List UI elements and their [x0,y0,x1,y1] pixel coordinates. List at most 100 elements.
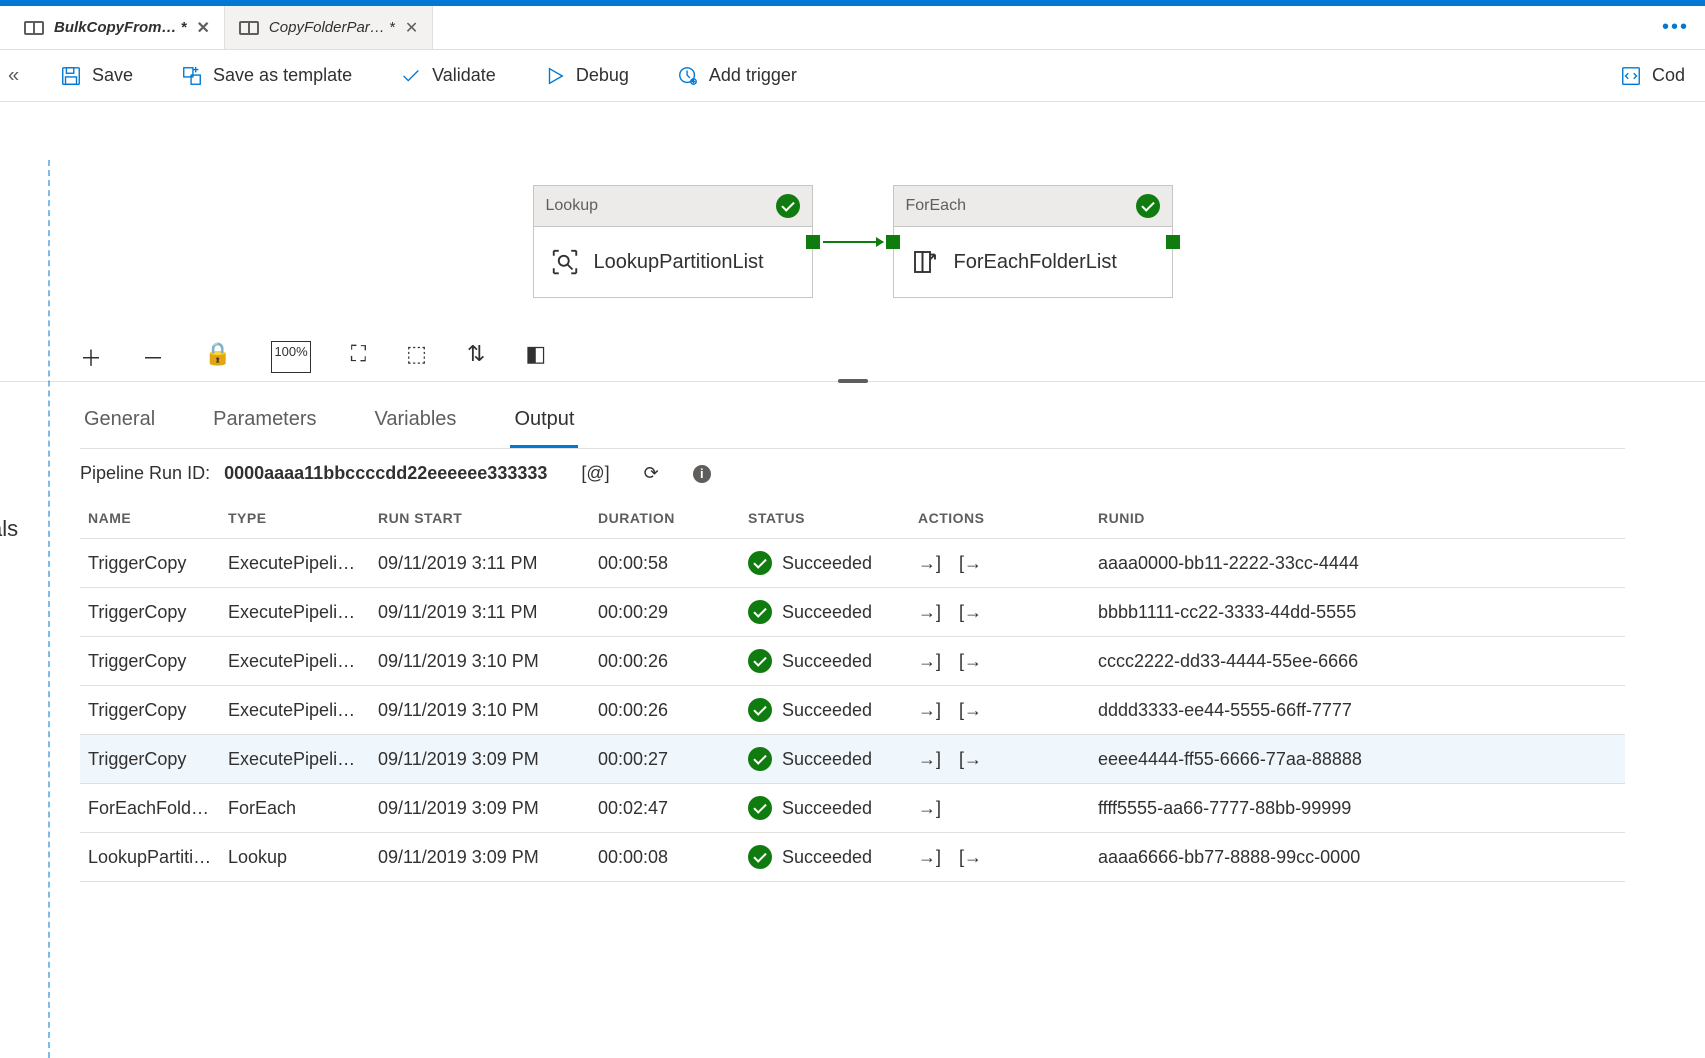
output-icon[interactable]: [→ [959,553,982,574]
input-icon[interactable]: →] [918,847,941,868]
success-icon [748,600,772,624]
connector-out[interactable] [1166,235,1180,249]
input-icon[interactable]: →] [918,553,941,574]
cell-duration: 00:00:26 [590,637,740,686]
refresh-icon[interactable]: ⟳ [644,463,659,484]
output-icon[interactable]: [→ [959,847,982,868]
col-duration[interactable]: DURATION [590,498,740,539]
cell-runid: dddd3333-ee44-5555-66ff-7777 [1090,686,1625,735]
lock-icon[interactable]: 🔒 [204,341,231,373]
expression-icon[interactable]: [@] [581,463,609,484]
pipeline-canvas[interactable]: Lookup LookupPartitionList ForEach ForEa… [0,102,1705,382]
cell-name: TriggerCopy [80,735,220,784]
success-icon [748,845,772,869]
table-row[interactable]: ForEachFolde… ForEach 09/11/2019 3:09 PM… [80,784,1625,833]
tab-general[interactable]: General [80,400,159,448]
select-icon[interactable]: ⬚ [406,341,427,373]
cell-type: ExecutePipeli… [220,539,370,588]
table-row[interactable]: TriggerCopy ExecutePipeli… 09/11/2019 3:… [80,735,1625,784]
connector-out[interactable] [806,235,820,249]
foreach-icon [910,247,940,277]
success-icon [1136,194,1160,218]
zoom-100-icon[interactable]: 100% [271,341,310,373]
cell-duration: 00:00:26 [590,686,740,735]
tab-bulkcopy[interactable]: BulkCopyFrom… * ✕ [10,6,225,49]
cell-start: 09/11/2019 3:10 PM [370,686,590,735]
autolayout-icon[interactable]: ⇅ [467,341,485,373]
output-icon[interactable]: [→ [959,651,982,672]
cell-status: Succeeded [740,588,910,637]
info-icon[interactable]: i [693,465,711,483]
run-id-row: Pipeline Run ID: 0000aaaa11bbccccdd22eee… [80,449,1625,498]
cell-actions: →] [→ [910,833,1090,882]
cell-start: 09/11/2019 3:09 PM [370,735,590,784]
cell-runid: ffff5555-aa66-7777-88bb-99999 [1090,784,1625,833]
output-icon[interactable]: [→ [959,700,982,721]
cell-status: Succeeded [740,686,910,735]
remove-icon[interactable]: － [142,341,164,373]
tab-copyfolder[interactable]: CopyFolderPar… * ✕ [225,6,433,49]
editor-tabs: BulkCopyFrom… * ✕ CopyFolderPar… * ✕ ••• [0,6,1705,50]
cell-duration: 00:00:29 [590,588,740,637]
output-icon[interactable]: [→ [959,749,982,770]
activity-name: LookupPartitionList [594,251,764,274]
debug-button[interactable]: Debug [544,65,629,87]
close-icon[interactable]: ✕ [197,18,210,38]
tab-label: CopyFolderPar… * [269,19,395,36]
cell-status: Succeeded [740,833,910,882]
collapse-sidebar-icon[interactable]: « [8,64,19,87]
minimap-icon[interactable]: ◧ [525,341,546,373]
table-row[interactable]: TriggerCopy ExecutePipeli… 09/11/2019 3:… [80,637,1625,686]
col-type[interactable]: TYPE [220,498,370,539]
table-row[interactable]: TriggerCopy ExecutePipeli… 09/11/2019 3:… [80,588,1625,637]
cell-actions: →] [→ [910,686,1090,735]
cell-type: Lookup [220,833,370,882]
add-trigger-button[interactable]: Add trigger [677,65,797,87]
cell-duration: 00:00:27 [590,735,740,784]
trigger-icon [677,65,699,87]
col-name[interactable]: NAME [80,498,220,539]
input-icon[interactable]: →] [918,749,941,770]
col-status[interactable]: STATUS [740,498,910,539]
connector-in[interactable] [886,235,900,249]
cell-name: TriggerCopy [80,539,220,588]
col-actions[interactable]: ACTIONS [910,498,1090,539]
cell-start: 09/11/2019 3:11 PM [370,588,590,637]
input-icon[interactable]: →] [918,700,941,721]
table-row[interactable]: LookupPartiti… Lookup 09/11/2019 3:09 PM… [80,833,1625,882]
output-icon[interactable]: [→ [959,602,982,623]
input-icon[interactable]: →] [918,602,941,623]
activity-lookup[interactable]: Lookup LookupPartitionList [533,185,813,298]
activity-foreach[interactable]: ForEach ForEachFolderList [893,185,1173,298]
code-label: Cod [1652,65,1685,86]
success-icon [776,194,800,218]
add-icon[interactable]: ＋ [80,341,102,373]
close-icon[interactable]: ✕ [405,18,418,38]
success-icon [748,698,772,722]
table-row[interactable]: TriggerCopy ExecutePipeli… 09/11/2019 3:… [80,539,1625,588]
run-id-value: 0000aaaa11bbccccdd22eeeeee333333 [224,463,547,484]
validate-button[interactable]: Validate [400,65,496,87]
col-runid[interactable]: RUNID [1090,498,1625,539]
success-icon [748,551,772,575]
zoom-fit-icon[interactable]: ⛶ [351,341,366,373]
template-icon [181,65,203,87]
success-icon [748,649,772,673]
save-template-button[interactable]: Save as template [181,65,352,87]
col-run-start[interactable]: RUN START [370,498,590,539]
more-tabs-icon[interactable]: ••• [1662,16,1689,39]
play-icon [544,65,566,87]
tab-variables[interactable]: Variables [371,400,461,448]
input-icon[interactable]: →] [918,651,941,672]
tab-output[interactable]: Output [510,400,578,448]
code-button[interactable]: Cod [1620,65,1685,87]
save-button[interactable]: Save [60,65,133,87]
panel-resize-handle[interactable] [838,379,868,383]
table-row[interactable]: TriggerCopy ExecutePipeli… 09/11/2019 3:… [80,686,1625,735]
tab-parameters[interactable]: Parameters [209,400,320,448]
input-icon[interactable]: →] [918,798,941,819]
cell-duration: 00:00:58 [590,539,740,588]
validate-label: Validate [432,65,496,86]
cell-actions: →] [→ [910,637,1090,686]
save-label: Save [92,65,133,86]
